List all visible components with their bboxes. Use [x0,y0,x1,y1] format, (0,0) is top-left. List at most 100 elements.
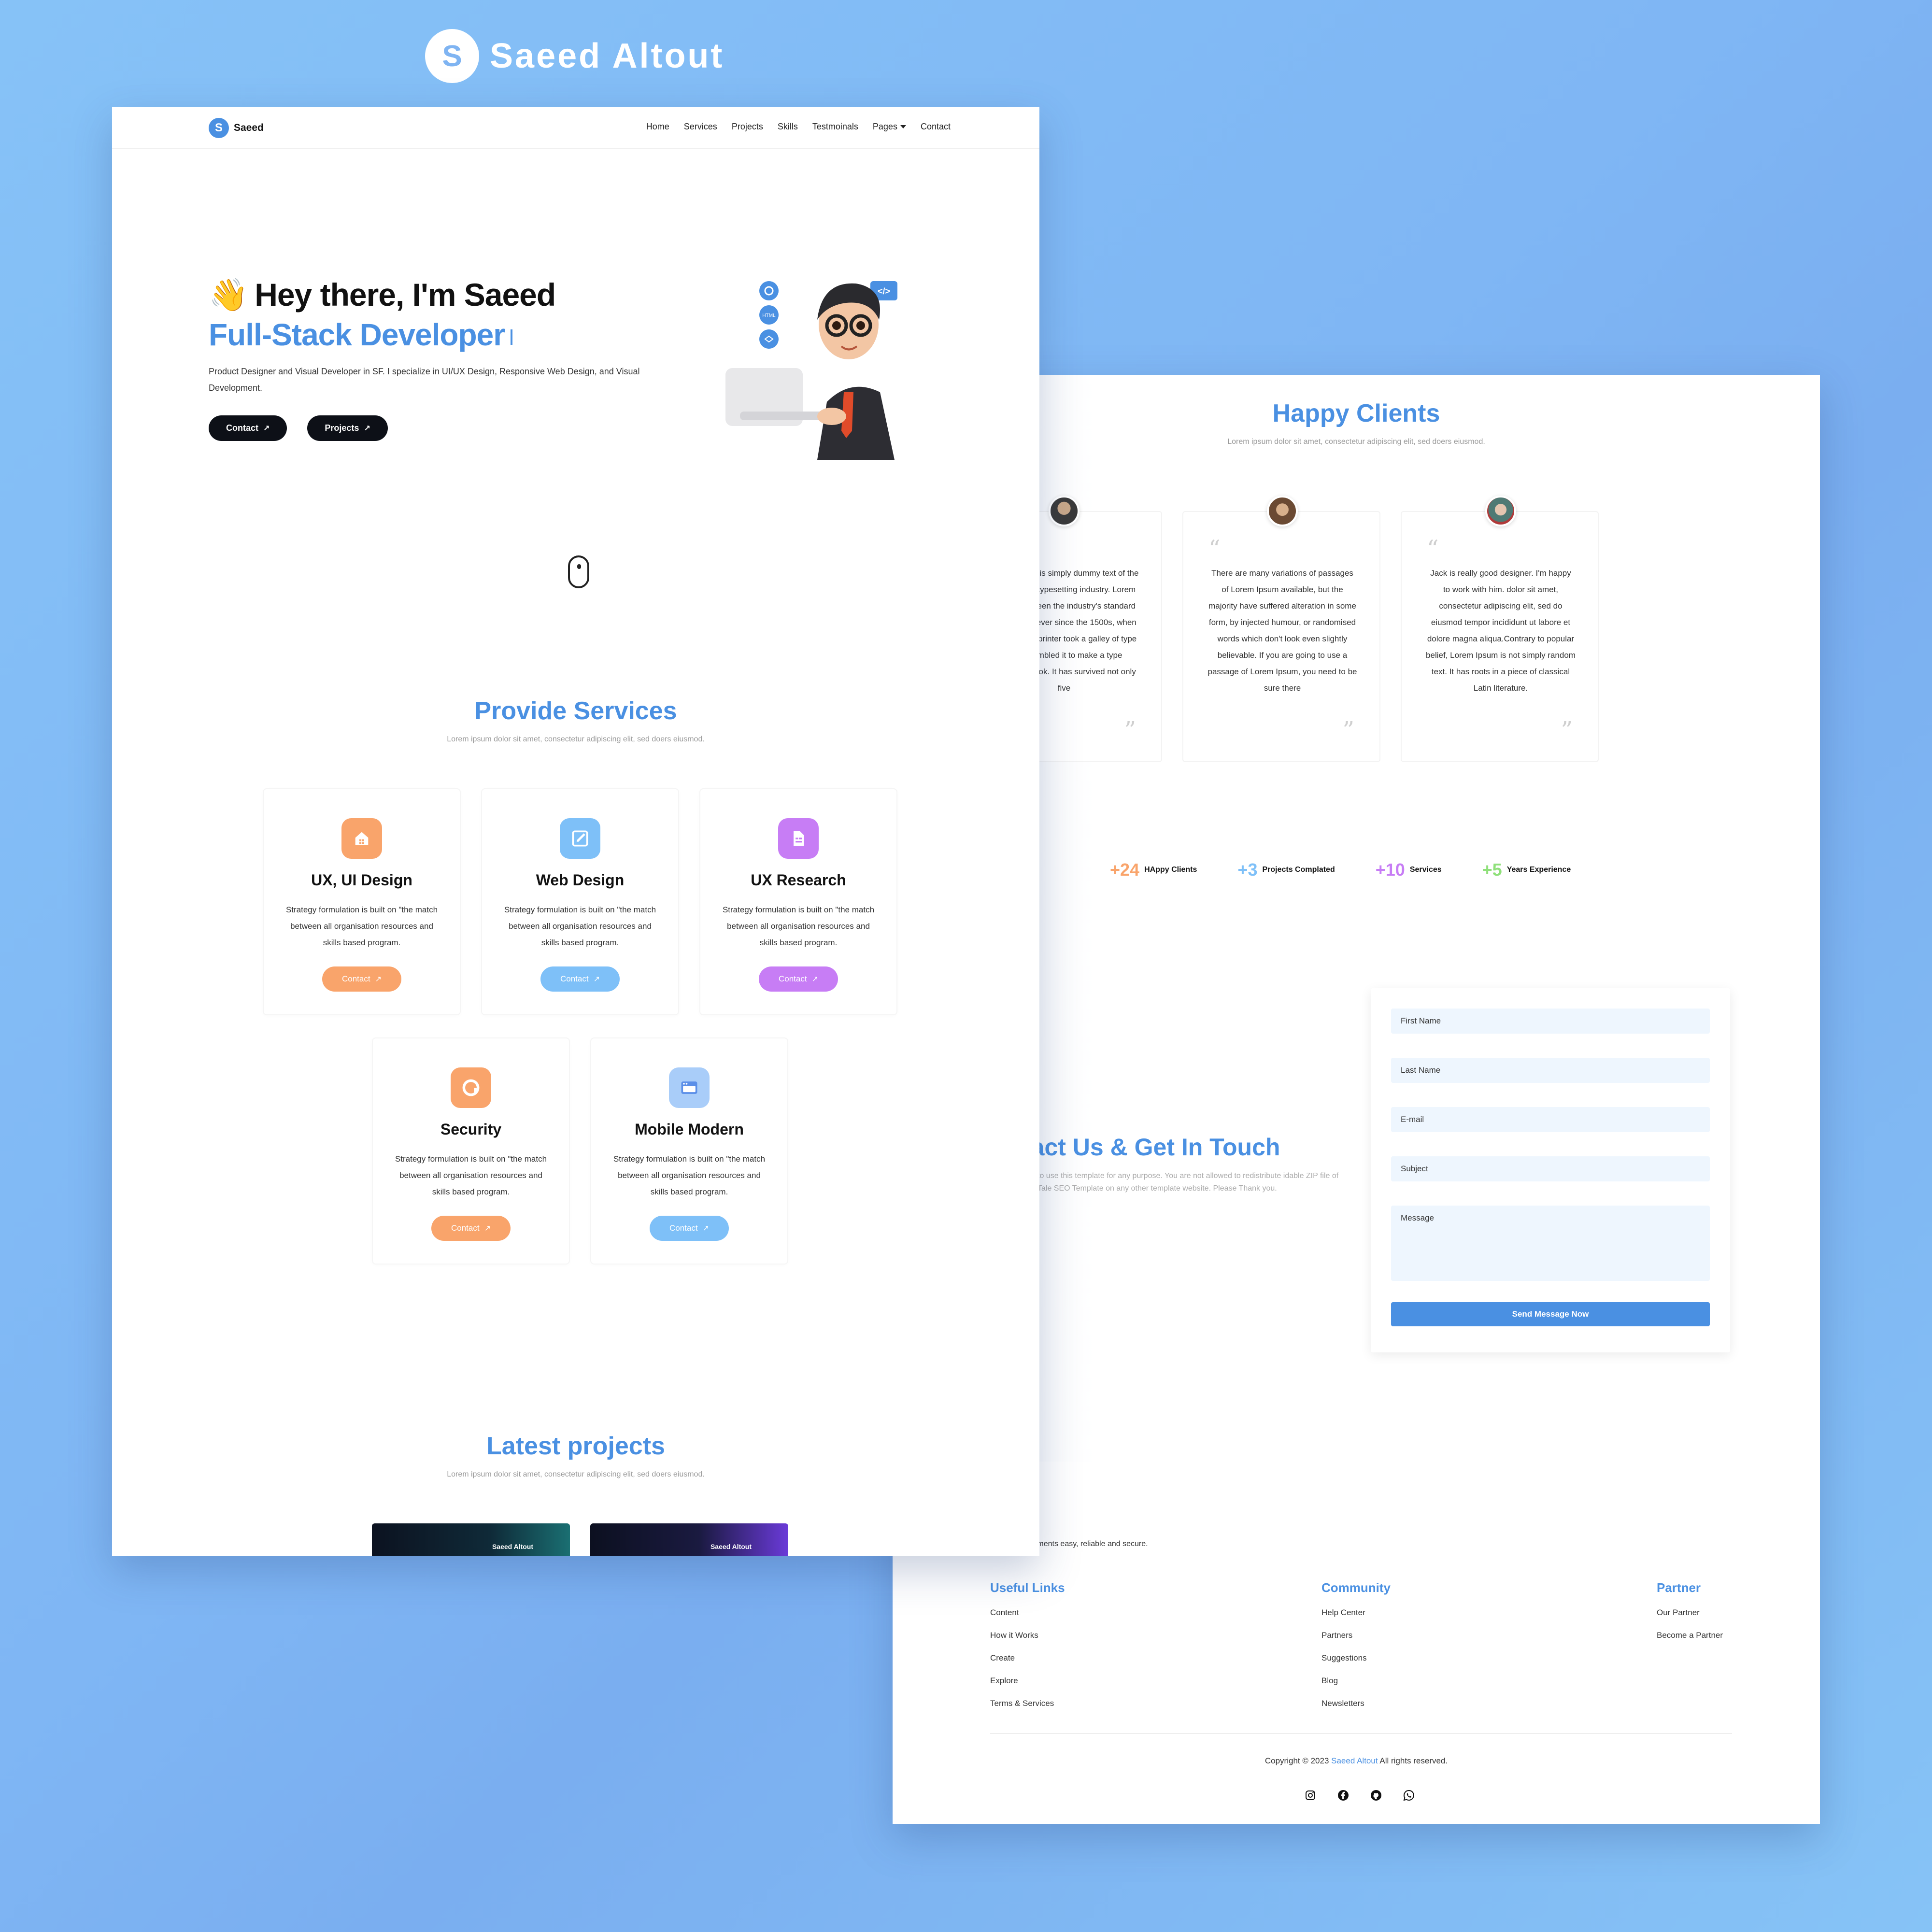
at-icon [451,1067,491,1108]
brand-logo: S [425,29,479,83]
arrow-up-right-icon: ↗ [263,424,270,433]
nav-links: Home Services Projects Skills Testmoinal… [646,122,951,132]
window-icon [669,1067,710,1108]
arrow-up-right-icon: ↗ [593,975,600,983]
quote-open-icon: “ [1427,535,1439,562]
service-card: UX Research Strategy formulation is buil… [699,788,897,1015]
service-description: Strategy formulation is built on "the ma… [395,1154,547,1196]
first-name-field[interactable]: First Name [1391,1009,1710,1034]
logo-badge: S [209,118,229,138]
hero-projects-label: Projects [325,423,359,433]
code-badge: </> [878,286,890,296]
send-message-button[interactable]: Send Message Now [1391,1302,1710,1326]
services-title: Provide Services [474,697,677,725]
service-title: Security [440,1121,502,1138]
testimonial-card: “ There are many variations of passages … [1182,496,1380,762]
footer-link[interactable]: Terms & Services [990,1699,1065,1708]
waving-hand-icon: 👋 [209,277,248,313]
copyright-name-link[interactable]: Saeed Altout [1331,1756,1378,1765]
client-avatar [1485,496,1516,526]
nav-link-projects[interactable]: Projects [732,122,763,132]
hero-heading: 👋 Hey there, I'm Saeed [209,276,692,313]
nav-link-pages[interactable]: Pages [873,122,906,132]
subject-field[interactable]: Subject [1391,1156,1710,1181]
footer-link[interactable]: Explore [990,1676,1065,1686]
testimonial-text: There are many variations of passages of… [1208,568,1357,693]
service-description: Strategy formulation is built on "the ma… [722,905,875,947]
nav-logo[interactable]: S Saeed [209,118,264,138]
stat-number: +10 [1375,860,1405,880]
stat-label: Services [1409,866,1442,874]
copyright-suffix: All rights reserved. [1379,1756,1448,1765]
project-thumbnail[interactable]: Saeed Altout [590,1523,788,1556]
footer-link[interactable]: Help Center [1321,1608,1391,1618]
footer-link[interactable]: Partners [1321,1631,1391,1640]
arrow-up-right-icon: ↗ [375,975,382,983]
hero-description: Product Designer and Visual Developer in… [209,367,640,393]
page-screenshot-top: S Saeed Home Services Projects Skills Te… [112,107,1039,1556]
footer-divider [990,1733,1732,1734]
copyright: Copyright © 2023 Saeed Altout All rights… [893,1756,1820,1766]
stat-label: HAppy Clients [1144,866,1197,874]
footer-heading: Partner [1657,1580,1701,1595]
footer-heading: Useful Links [990,1580,1065,1595]
arrow-up-right-icon: ↗ [484,1224,491,1233]
stat-number: +3 [1237,860,1258,880]
footer-link[interactable]: Suggestions [1321,1653,1391,1663]
nav-link-skills[interactable]: Skills [778,122,798,132]
service-contact-button[interactable]: Contact ↗ [322,966,401,992]
quote-open-icon: “ [1208,535,1221,562]
hero-role: Full-Stack Developer [209,317,692,353]
footer-link[interactable]: How it Works [990,1631,1065,1640]
scroll-mouse-icon[interactable] [568,555,589,588]
footer-link[interactable]: Newsletters [1321,1699,1391,1708]
nav-link-contact[interactable]: Contact [921,122,951,132]
github-icon[interactable] [1370,1789,1382,1802]
facebook-icon[interactable] [1337,1789,1350,1802]
service-card: Mobile Modern Strategy formulation is bu… [590,1037,788,1264]
last-name-field[interactable]: Last Name [1391,1058,1710,1083]
footer-link[interactable]: Create [990,1653,1065,1663]
nav-link-testimonials[interactable]: Testmoinals [812,122,858,132]
email-field[interactable]: E-mail [1391,1107,1710,1132]
social-links [1304,1789,1415,1802]
quote-close-icon: ” [1342,717,1354,744]
quote-close-icon: ” [1124,717,1136,744]
footer-link[interactable]: Blog [1321,1676,1391,1686]
client-avatar [1049,496,1080,526]
service-button-label: Contact [451,1223,480,1233]
service-contact-button[interactable]: Contact ↗ [650,1216,729,1241]
nav-link-home[interactable]: Home [646,122,669,132]
hero-contact-button[interactable]: Contact ↗ [209,415,287,441]
hero-projects-button[interactable]: Projects ↗ [307,415,388,441]
service-description: Strategy formulation is built on "the ma… [504,905,656,947]
stat-item: +24 HAppy Clients [1110,860,1197,880]
project-thumb-text: Saeed Altout [492,1543,533,1550]
projects-subtitle: Lorem ipsum dolor sit amet, consectetur … [447,1470,705,1478]
document-icon [778,818,819,859]
service-description: Strategy formulation is built on "the ma… [285,905,438,947]
edit-icon [560,818,600,859]
service-contact-button[interactable]: Contact ↗ [540,966,620,992]
whatsapp-icon[interactable] [1403,1789,1415,1802]
stat-label: Years Experience [1506,866,1571,874]
service-contact-button[interactable]: Contact ↗ [431,1216,511,1241]
service-button-label: Contact [560,974,589,983]
service-button-label: Contact [669,1223,698,1233]
footer-link[interactable]: Become a Partner [1657,1631,1723,1640]
project-thumbnail[interactable]: Saeed Altout [372,1523,570,1556]
home-icon [341,818,382,859]
nav-link-services[interactable]: Services [684,122,717,132]
footer-link[interactable]: Content [990,1608,1065,1618]
service-title: Web Design [536,871,625,889]
service-card: Security Strategy formulation is built o… [372,1037,570,1264]
message-field[interactable]: Message [1391,1206,1710,1281]
service-title: UX, UI Design [311,871,412,889]
caret-down-icon [900,125,906,128]
arrow-up-right-icon: ↗ [811,975,818,983]
stat-number: +5 [1482,860,1502,880]
service-contact-button[interactable]: Contact ↗ [759,966,838,992]
services-subtitle: Lorem ipsum dolor sit amet, consectetur … [447,735,705,743]
footer-link[interactable]: Our Partner [1657,1608,1723,1618]
instagram-icon[interactable] [1304,1789,1317,1802]
